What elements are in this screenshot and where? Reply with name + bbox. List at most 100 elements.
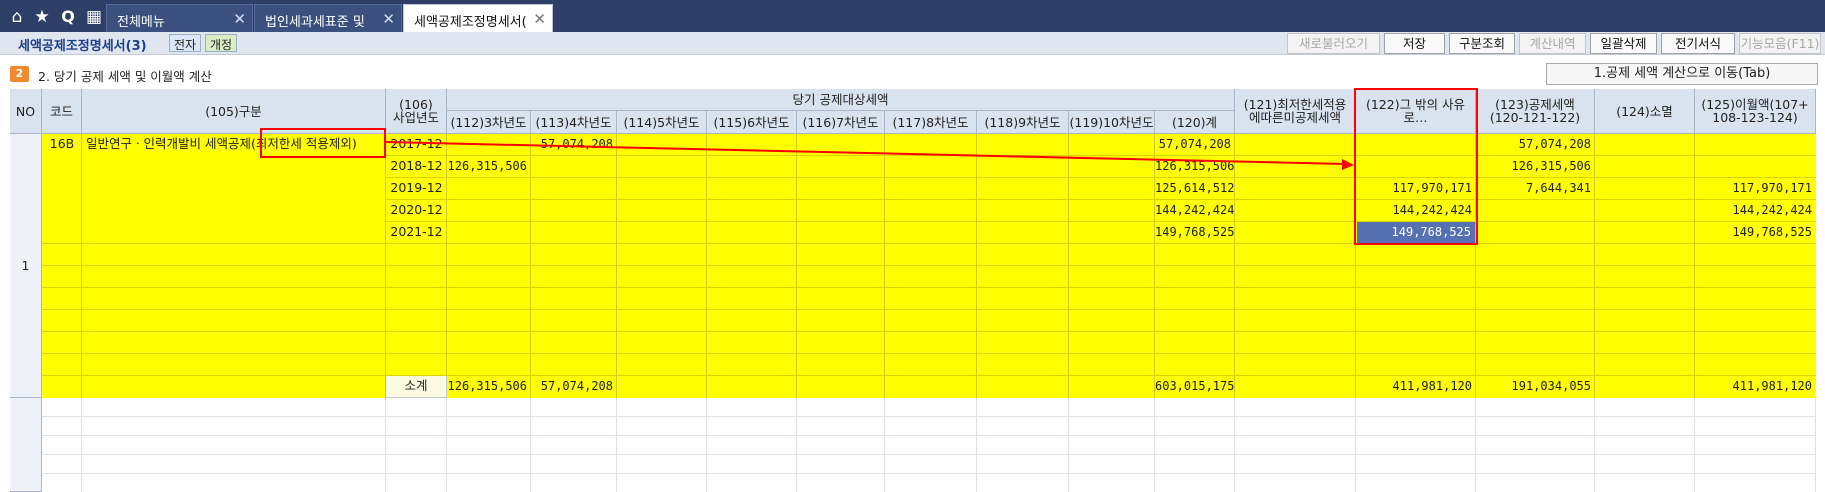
bulk-delete-button[interactable]: 일괄삭제 <box>1590 33 1657 54</box>
empty-cell[interactable] <box>1155 474 1235 492</box>
reload-button[interactable]: 새로불러오기 <box>1287 33 1380 54</box>
empty-cell[interactable] <box>1695 436 1816 455</box>
empty-cell[interactable] <box>1235 436 1356 455</box>
empty-cell[interactable] <box>1476 398 1595 417</box>
empty-cell[interactable] <box>1695 417 1816 436</box>
empty-cell[interactable] <box>82 398 386 417</box>
empty-cell[interactable] <box>42 455 82 474</box>
empty-cell[interactable] <box>707 474 797 492</box>
move-to-credit-calc-button[interactable]: 1.공제 세액 계산으로 이동(Tab) <box>1546 63 1818 85</box>
business-year[interactable]: 2019-12 <box>386 178 447 200</box>
star-icon[interactable]: ★ <box>31 6 53 28</box>
empty-cell[interactable] <box>617 398 707 417</box>
year4-amount[interactable]: 57,074,208 <box>531 134 617 156</box>
empty-cell[interactable] <box>617 417 707 436</box>
close-icon[interactable]: ✕ <box>533 10 546 28</box>
empty-cell[interactable] <box>82 417 386 436</box>
previous-form-button[interactable]: 전기서식 <box>1661 33 1735 54</box>
empty-cell[interactable] <box>1235 417 1356 436</box>
empty-cell[interactable] <box>1069 474 1155 492</box>
empty-cell[interactable] <box>42 474 82 492</box>
empty-cell[interactable] <box>797 417 885 436</box>
empty-cell[interactable] <box>1235 398 1356 417</box>
empty-cell[interactable] <box>1235 474 1356 492</box>
empty-cell[interactable] <box>1069 417 1155 436</box>
empty-cell[interactable] <box>617 455 707 474</box>
empty-cell[interactable] <box>1069 398 1155 417</box>
row-code[interactable]: 16B <box>42 134 82 156</box>
save-button[interactable]: 저장 <box>1384 33 1445 54</box>
empty-cell[interactable] <box>797 455 885 474</box>
empty-cell[interactable] <box>977 417 1069 436</box>
empty-cell[interactable] <box>885 436 977 455</box>
business-year[interactable]: 2017-12 <box>386 134 447 156</box>
empty-cell[interactable] <box>885 455 977 474</box>
empty-cell[interactable] <box>531 417 617 436</box>
empty-cell[interactable] <box>1476 436 1595 455</box>
empty-cell[interactable] <box>1595 398 1695 417</box>
empty-cell[interactable] <box>386 474 447 492</box>
empty-cell[interactable] <box>797 436 885 455</box>
empty-cell[interactable] <box>1356 474 1476 492</box>
year3-amount[interactable]: 126,315,506 <box>447 156 531 178</box>
empty-cell[interactable] <box>885 474 977 492</box>
empty-cell[interactable] <box>1476 474 1595 492</box>
empty-cell[interactable] <box>977 474 1069 492</box>
empty-cell[interactable] <box>977 436 1069 455</box>
empty-cell[interactable] <box>1476 455 1595 474</box>
empty-cell[interactable] <box>531 398 617 417</box>
empty-cell[interactable] <box>1155 455 1235 474</box>
empty-cell[interactable] <box>797 398 885 417</box>
empty-cell[interactable] <box>1595 436 1695 455</box>
empty-cell[interactable] <box>447 474 531 492</box>
empty-cell[interactable] <box>1695 455 1816 474</box>
business-year[interactable]: 2021-12 <box>386 222 447 244</box>
empty-cell[interactable] <box>1695 398 1816 417</box>
empty-cell[interactable] <box>885 398 977 417</box>
empty-cell[interactable] <box>386 417 447 436</box>
empty-cell[interactable] <box>1595 455 1695 474</box>
empty-cell[interactable] <box>1595 474 1695 492</box>
empty-cell[interactable] <box>1155 436 1235 455</box>
tab-tax-credit-adjustment[interactable]: 세액공제조정명세서( ✕ <box>403 4 553 32</box>
empty-cell[interactable] <box>82 474 386 492</box>
close-icon[interactable]: ✕ <box>233 10 246 28</box>
apps-grid-icon[interactable]: ▦ <box>83 6 105 28</box>
empty-cell[interactable] <box>977 455 1069 474</box>
empty-cell[interactable] <box>1069 455 1155 474</box>
empty-cell[interactable] <box>42 398 82 417</box>
empty-cell[interactable] <box>1356 436 1476 455</box>
empty-cell[interactable] <box>447 398 531 417</box>
empty-cell[interactable] <box>885 417 977 436</box>
empty-cell[interactable] <box>386 455 447 474</box>
business-year[interactable]: 2018-12 <box>386 156 447 178</box>
category-lookup-button[interactable]: 구분조회 <box>1449 33 1515 54</box>
empty-cell[interactable] <box>1356 417 1476 436</box>
tab-all-menu[interactable]: 전체메뉴 ✕ <box>106 4 253 32</box>
empty-cell[interactable] <box>42 417 82 436</box>
empty-cell[interactable] <box>42 436 82 455</box>
search-icon[interactable]: Q <box>57 6 79 28</box>
empty-cell[interactable] <box>531 455 617 474</box>
empty-cell[interactable] <box>707 417 797 436</box>
empty-cell[interactable] <box>82 455 386 474</box>
empty-cell[interactable] <box>1235 455 1356 474</box>
empty-cell[interactable] <box>977 398 1069 417</box>
empty-cell[interactable] <box>1155 417 1235 436</box>
tab-corporate-tax-base[interactable]: 법인세과세표준 및 ✕ <box>254 4 402 32</box>
empty-cell[interactable] <box>707 436 797 455</box>
empty-cell[interactable] <box>82 436 386 455</box>
empty-cell[interactable] <box>1595 417 1695 436</box>
empty-cell[interactable] <box>797 474 885 492</box>
empty-cell[interactable] <box>386 398 447 417</box>
empty-cell[interactable] <box>1356 455 1476 474</box>
empty-cell[interactable] <box>1155 398 1235 417</box>
empty-cell[interactable] <box>617 474 707 492</box>
empty-cell[interactable] <box>447 436 531 455</box>
empty-cell[interactable] <box>1356 398 1476 417</box>
empty-cell[interactable] <box>447 417 531 436</box>
empty-cell[interactable] <box>386 436 447 455</box>
business-year[interactable]: 2020-12 <box>386 200 447 222</box>
calculation-details-button[interactable]: 계산내역 <box>1519 33 1586 54</box>
empty-cell[interactable] <box>531 474 617 492</box>
